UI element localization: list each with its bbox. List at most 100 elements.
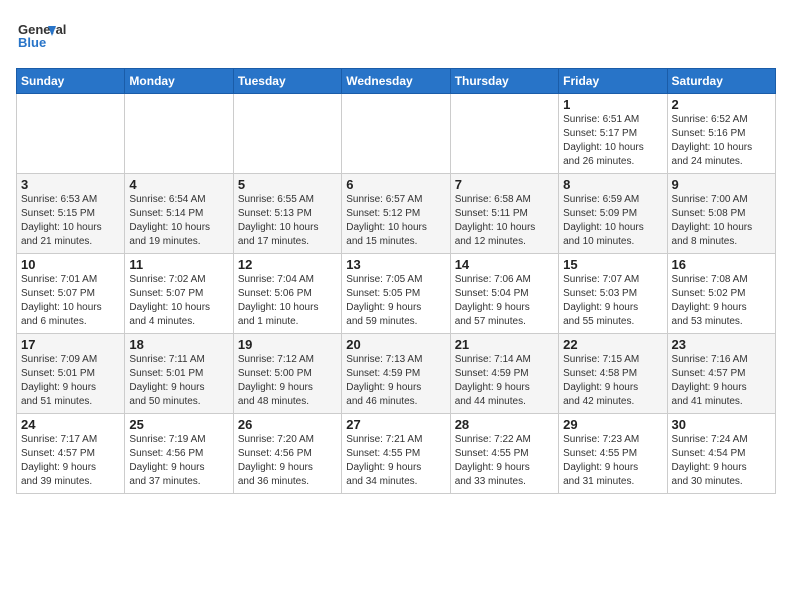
day-number: 7 xyxy=(455,177,554,192)
day-info: Sunrise: 7:17 AM Sunset: 4:57 PM Dayligh… xyxy=(21,433,120,489)
calendar-cell: 3Sunrise: 6:53 AM Sunset: 5:15 PM Daylig… xyxy=(17,174,125,254)
day-number: 23 xyxy=(672,337,771,352)
day-info: Sunrise: 7:09 AM Sunset: 5:01 PM Dayligh… xyxy=(21,353,120,409)
weekday-header-tuesday: Tuesday xyxy=(233,69,341,94)
weekday-header-monday: Monday xyxy=(125,69,233,94)
day-number: 20 xyxy=(346,337,445,352)
day-info: Sunrise: 7:20 AM Sunset: 4:56 PM Dayligh… xyxy=(238,433,337,489)
day-info: Sunrise: 7:11 AM Sunset: 5:01 PM Dayligh… xyxy=(129,353,228,409)
day-number: 14 xyxy=(455,257,554,272)
day-number: 15 xyxy=(563,257,662,272)
logo-icon: General Blue xyxy=(16,16,86,56)
calendar-cell: 4Sunrise: 6:54 AM Sunset: 5:14 PM Daylig… xyxy=(125,174,233,254)
day-info: Sunrise: 7:05 AM Sunset: 5:05 PM Dayligh… xyxy=(346,273,445,329)
calendar-cell: 24Sunrise: 7:17 AM Sunset: 4:57 PM Dayli… xyxy=(17,414,125,494)
weekday-header-thursday: Thursday xyxy=(450,69,558,94)
calendar-week-3: 17Sunrise: 7:09 AM Sunset: 5:01 PM Dayli… xyxy=(17,334,776,414)
weekday-header-friday: Friday xyxy=(559,69,667,94)
calendar-cell: 2Sunrise: 6:52 AM Sunset: 5:16 PM Daylig… xyxy=(667,94,775,174)
weekday-header-sunday: Sunday xyxy=(17,69,125,94)
day-info: Sunrise: 6:59 AM Sunset: 5:09 PM Dayligh… xyxy=(563,193,662,249)
calendar-cell: 29Sunrise: 7:23 AM Sunset: 4:55 PM Dayli… xyxy=(559,414,667,494)
day-info: Sunrise: 6:55 AM Sunset: 5:13 PM Dayligh… xyxy=(238,193,337,249)
calendar-cell: 20Sunrise: 7:13 AM Sunset: 4:59 PM Dayli… xyxy=(342,334,450,414)
day-info: Sunrise: 6:52 AM Sunset: 5:16 PM Dayligh… xyxy=(672,113,771,169)
day-number: 10 xyxy=(21,257,120,272)
calendar-week-1: 3Sunrise: 6:53 AM Sunset: 5:15 PM Daylig… xyxy=(17,174,776,254)
calendar-cell: 14Sunrise: 7:06 AM Sunset: 5:04 PM Dayli… xyxy=(450,254,558,334)
day-number: 12 xyxy=(238,257,337,272)
calendar-cell: 30Sunrise: 7:24 AM Sunset: 4:54 PM Dayli… xyxy=(667,414,775,494)
calendar-cell: 26Sunrise: 7:20 AM Sunset: 4:56 PM Dayli… xyxy=(233,414,341,494)
page-container: General Blue SundayMondayTuesdayWednesda… xyxy=(0,0,792,506)
day-number: 29 xyxy=(563,417,662,432)
day-number: 4 xyxy=(129,177,228,192)
day-number: 3 xyxy=(21,177,120,192)
calendar-cell xyxy=(17,94,125,174)
day-info: Sunrise: 7:02 AM Sunset: 5:07 PM Dayligh… xyxy=(129,273,228,329)
svg-text:Blue: Blue xyxy=(18,35,46,50)
weekday-header-saturday: Saturday xyxy=(667,69,775,94)
calendar-cell: 5Sunrise: 6:55 AM Sunset: 5:13 PM Daylig… xyxy=(233,174,341,254)
day-info: Sunrise: 6:53 AM Sunset: 5:15 PM Dayligh… xyxy=(21,193,120,249)
day-info: Sunrise: 6:51 AM Sunset: 5:17 PM Dayligh… xyxy=(563,113,662,169)
calendar-cell: 11Sunrise: 7:02 AM Sunset: 5:07 PM Dayli… xyxy=(125,254,233,334)
calendar-cell: 9Sunrise: 7:00 AM Sunset: 5:08 PM Daylig… xyxy=(667,174,775,254)
calendar-cell: 16Sunrise: 7:08 AM Sunset: 5:02 PM Dayli… xyxy=(667,254,775,334)
day-number: 27 xyxy=(346,417,445,432)
calendar-table: SundayMondayTuesdayWednesdayThursdayFrid… xyxy=(16,68,776,494)
calendar-cell: 23Sunrise: 7:16 AM Sunset: 4:57 PM Dayli… xyxy=(667,334,775,414)
day-info: Sunrise: 7:15 AM Sunset: 4:58 PM Dayligh… xyxy=(563,353,662,409)
header: General Blue xyxy=(16,16,776,56)
day-info: Sunrise: 7:14 AM Sunset: 4:59 PM Dayligh… xyxy=(455,353,554,409)
calendar-cell: 13Sunrise: 7:05 AM Sunset: 5:05 PM Dayli… xyxy=(342,254,450,334)
day-number: 21 xyxy=(455,337,554,352)
day-info: Sunrise: 6:57 AM Sunset: 5:12 PM Dayligh… xyxy=(346,193,445,249)
day-number: 18 xyxy=(129,337,228,352)
calendar-cell: 28Sunrise: 7:22 AM Sunset: 4:55 PM Dayli… xyxy=(450,414,558,494)
day-number: 1 xyxy=(563,97,662,112)
calendar-cell: 12Sunrise: 7:04 AM Sunset: 5:06 PM Dayli… xyxy=(233,254,341,334)
day-info: Sunrise: 7:21 AM Sunset: 4:55 PM Dayligh… xyxy=(346,433,445,489)
day-info: Sunrise: 7:04 AM Sunset: 5:06 PM Dayligh… xyxy=(238,273,337,329)
weekday-header-wednesday: Wednesday xyxy=(342,69,450,94)
calendar-cell xyxy=(450,94,558,174)
calendar-cell: 19Sunrise: 7:12 AM Sunset: 5:00 PM Dayli… xyxy=(233,334,341,414)
day-number: 6 xyxy=(346,177,445,192)
day-number: 19 xyxy=(238,337,337,352)
day-number: 17 xyxy=(21,337,120,352)
calendar-cell: 6Sunrise: 6:57 AM Sunset: 5:12 PM Daylig… xyxy=(342,174,450,254)
calendar-cell: 25Sunrise: 7:19 AM Sunset: 4:56 PM Dayli… xyxy=(125,414,233,494)
day-info: Sunrise: 7:19 AM Sunset: 4:56 PM Dayligh… xyxy=(129,433,228,489)
day-number: 16 xyxy=(672,257,771,272)
calendar-cell xyxy=(342,94,450,174)
calendar-cell: 17Sunrise: 7:09 AM Sunset: 5:01 PM Dayli… xyxy=(17,334,125,414)
calendar-week-2: 10Sunrise: 7:01 AM Sunset: 5:07 PM Dayli… xyxy=(17,254,776,334)
day-info: Sunrise: 7:00 AM Sunset: 5:08 PM Dayligh… xyxy=(672,193,771,249)
day-number: 9 xyxy=(672,177,771,192)
calendar-cell: 7Sunrise: 6:58 AM Sunset: 5:11 PM Daylig… xyxy=(450,174,558,254)
day-number: 8 xyxy=(563,177,662,192)
logo: General Blue xyxy=(16,16,86,56)
calendar-body: 1Sunrise: 6:51 AM Sunset: 5:17 PM Daylig… xyxy=(17,94,776,494)
day-number: 2 xyxy=(672,97,771,112)
day-number: 26 xyxy=(238,417,337,432)
calendar-header: SundayMondayTuesdayWednesdayThursdayFrid… xyxy=(17,69,776,94)
calendar-cell: 22Sunrise: 7:15 AM Sunset: 4:58 PM Dayli… xyxy=(559,334,667,414)
calendar-week-4: 24Sunrise: 7:17 AM Sunset: 4:57 PM Dayli… xyxy=(17,414,776,494)
day-info: Sunrise: 7:07 AM Sunset: 5:03 PM Dayligh… xyxy=(563,273,662,329)
calendar-cell: 15Sunrise: 7:07 AM Sunset: 5:03 PM Dayli… xyxy=(559,254,667,334)
day-info: Sunrise: 7:23 AM Sunset: 4:55 PM Dayligh… xyxy=(563,433,662,489)
day-info: Sunrise: 7:22 AM Sunset: 4:55 PM Dayligh… xyxy=(455,433,554,489)
calendar-cell xyxy=(233,94,341,174)
day-info: Sunrise: 6:58 AM Sunset: 5:11 PM Dayligh… xyxy=(455,193,554,249)
day-number: 22 xyxy=(563,337,662,352)
calendar-week-0: 1Sunrise: 6:51 AM Sunset: 5:17 PM Daylig… xyxy=(17,94,776,174)
day-info: Sunrise: 7:16 AM Sunset: 4:57 PM Dayligh… xyxy=(672,353,771,409)
calendar-cell xyxy=(125,94,233,174)
calendar-cell: 18Sunrise: 7:11 AM Sunset: 5:01 PM Dayli… xyxy=(125,334,233,414)
day-info: Sunrise: 7:06 AM Sunset: 5:04 PM Dayligh… xyxy=(455,273,554,329)
calendar-cell: 1Sunrise: 6:51 AM Sunset: 5:17 PM Daylig… xyxy=(559,94,667,174)
day-info: Sunrise: 7:12 AM Sunset: 5:00 PM Dayligh… xyxy=(238,353,337,409)
weekday-header-row: SundayMondayTuesdayWednesdayThursdayFrid… xyxy=(17,69,776,94)
